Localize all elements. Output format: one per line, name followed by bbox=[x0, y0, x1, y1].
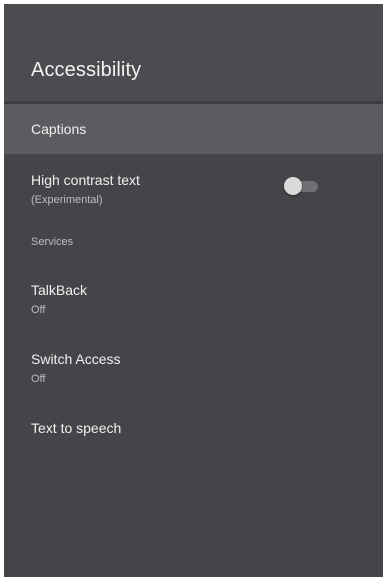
settings-panel: Accessibility Captions High contrast tex… bbox=[4, 4, 383, 577]
high-contrast-text-label: High contrast text bbox=[31, 172, 140, 188]
captions-item[interactable]: Captions bbox=[4, 104, 383, 154]
captions-label: Captions bbox=[31, 121, 87, 137]
high-contrast-text-subtitle: (Experimental) bbox=[31, 194, 103, 206]
high-contrast-text-item[interactable]: High contrast text (Experimental) bbox=[4, 164, 383, 216]
services-section-header: Services bbox=[31, 236, 74, 248]
switch-access-label: Switch Access bbox=[31, 351, 121, 367]
switch-access-item[interactable]: Switch Access Off bbox=[4, 345, 383, 397]
switch-access-status: Off bbox=[31, 373, 46, 385]
page-title: Accessibility bbox=[31, 59, 142, 81]
high-contrast-text-toggle[interactable] bbox=[284, 176, 320, 196]
text-to-speech-item[interactable]: Text to speech bbox=[4, 414, 383, 454]
toggle-thumb bbox=[284, 177, 302, 195]
talkback-label: TalkBack bbox=[31, 282, 88, 298]
header: Accessibility bbox=[4, 4, 383, 101]
talkback-item[interactable]: TalkBack Off bbox=[4, 276, 383, 328]
talkback-status: Off bbox=[31, 304, 46, 316]
text-to-speech-label: Text to speech bbox=[31, 420, 122, 436]
